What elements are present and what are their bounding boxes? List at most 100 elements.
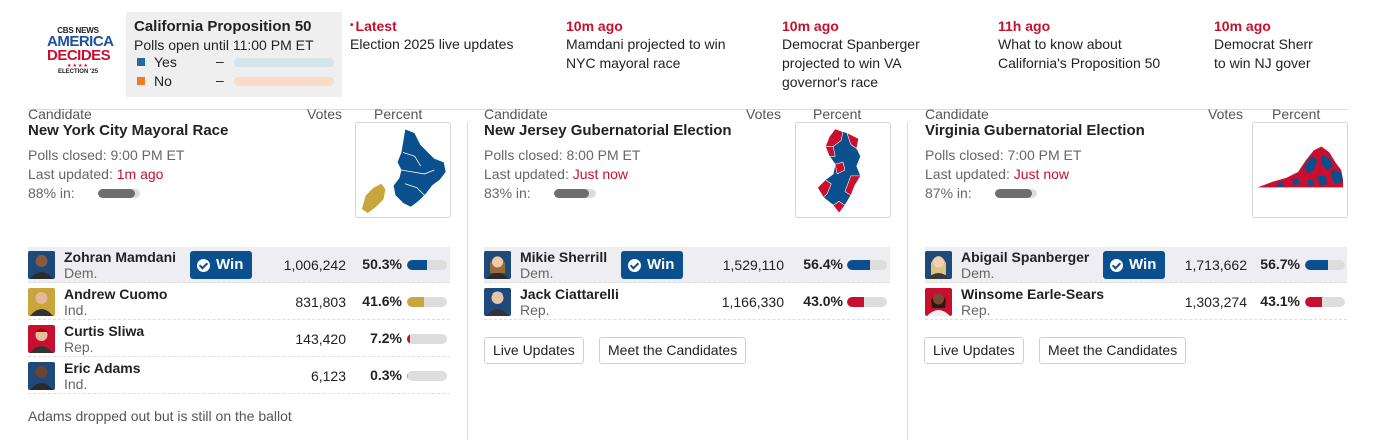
reporting-bar bbox=[554, 189, 596, 198]
news-time: 10m ago bbox=[566, 18, 623, 34]
nj-map-graphic bbox=[817, 128, 862, 214]
cbs-america-decides-logo[interactable]: CBS NEWS AMERICA DECIDES ★★★★ ELECTION '… bbox=[47, 26, 114, 82]
logo-election-year: ELECTION '25 bbox=[57, 69, 99, 75]
candidate-row[interactable]: Curtis Sliwa Rep. 143,420 7.2% bbox=[28, 321, 450, 357]
candidate-party: Rep. bbox=[520, 302, 550, 318]
meet-the-candidates-button[interactable]: Meet the Candidates bbox=[599, 337, 747, 364]
percent-bar bbox=[407, 297, 447, 307]
live-dot: • bbox=[350, 20, 354, 31]
candidate-row[interactable]: Zohran Mamdani Dem. Win 1,006,242 50.3% bbox=[28, 247, 450, 283]
nyc-boroughs-map-icon[interactable] bbox=[355, 122, 451, 218]
candidate-party: Rep. bbox=[961, 302, 991, 318]
candidate-row[interactable]: Jack Ciattarelli Rep. 1,166,330 43.0% bbox=[484, 284, 890, 320]
reporting-fill bbox=[98, 189, 135, 198]
news-headline: Mamdani projected to win NYC mayoral rac… bbox=[566, 36, 726, 71]
option-result: – bbox=[216, 72, 224, 88]
win-label: Win bbox=[1129, 256, 1157, 273]
race-nj-governor: New Jersey Gubernatorial Election Polls … bbox=[484, 122, 891, 222]
proposition-option-yes: Yes – bbox=[134, 53, 334, 72]
candidate-votes: 1,713,662 bbox=[1184, 257, 1247, 273]
candidate-name: Curtis Sliwa bbox=[64, 323, 145, 339]
percent-bar bbox=[1305, 260, 1345, 270]
candidate-percent: 41.6% bbox=[362, 293, 402, 309]
candidate-votes: 1,166,330 bbox=[721, 294, 784, 310]
news-time: 10m ago bbox=[782, 18, 839, 34]
candidate-percent: 43.1% bbox=[1260, 293, 1300, 309]
percent-fill bbox=[847, 260, 870, 270]
news-headline: Election 2025 live updates bbox=[350, 36, 514, 52]
candidate-photo bbox=[28, 362, 55, 390]
candidate-row[interactable]: Eric Adams Ind. 6,123 0.3% bbox=[28, 358, 450, 394]
candidate-percent: 56.7% bbox=[1260, 256, 1300, 272]
news-time: 10m ago bbox=[1214, 18, 1271, 34]
candidate-name: Jack Ciattarelli bbox=[520, 286, 619, 302]
column-votes: Votes bbox=[746, 106, 782, 122]
last-updated-label: Last updated: bbox=[28, 166, 117, 182]
candidate-row[interactable]: Andrew Cuomo Ind. 831,803 41.6% bbox=[28, 284, 450, 320]
proposition-title: California Proposition 50 bbox=[134, 18, 312, 35]
column-divider bbox=[907, 122, 908, 440]
column-percent: Percent bbox=[813, 106, 862, 122]
proposition-option-no: No – bbox=[134, 72, 334, 91]
column-candidate: Candidate bbox=[28, 106, 92, 122]
percent-bar bbox=[407, 371, 447, 381]
candidate-name: Andrew Cuomo bbox=[64, 286, 168, 302]
candidate-row[interactable]: Winsome Earle-Sears Rep. 1,303,274 43.1% bbox=[925, 284, 1347, 320]
win-badge: Win bbox=[1103, 251, 1165, 279]
news-item[interactable]: 11h ago What to know about California's … bbox=[998, 18, 1193, 73]
candidate-name: Zohran Mamdani bbox=[64, 249, 177, 265]
percent-fill bbox=[407, 334, 410, 344]
candidate-votes: 6,123 bbox=[310, 368, 346, 384]
candidate-percent: 7.2% bbox=[370, 330, 402, 346]
news-item[interactable]: 10m ago Mamdani projected to win NYC may… bbox=[566, 18, 756, 73]
checkmark-icon bbox=[628, 259, 641, 272]
last-updated-value: Just now bbox=[1013, 166, 1069, 182]
meet-the-candidates-button[interactable]: Meet the Candidates bbox=[1039, 337, 1187, 364]
win-badge: Win bbox=[190, 251, 252, 279]
race-va-governor: Virginia Gubernatorial Election Polls cl… bbox=[925, 122, 1348, 222]
new-jersey-map-icon[interactable] bbox=[795, 122, 891, 218]
candidate-row[interactable]: Mikie Sherrill Dem. Win 1,529,110 56.4% bbox=[484, 247, 890, 283]
candidate-row[interactable]: Abigail Spanberger Dem. Win 1,713,662 56… bbox=[925, 247, 1347, 283]
win-badge: Win bbox=[621, 251, 683, 279]
live-updates-button[interactable]: Live Updates bbox=[484, 337, 584, 364]
news-time-label: Latest bbox=[355, 18, 397, 34]
news-item-latest[interactable]: • Latest Election 2025 live updates bbox=[350, 18, 550, 54]
candidate-photo bbox=[28, 325, 55, 353]
candidate-percent: 43.0% bbox=[803, 293, 843, 309]
logo-decides: DECIDES bbox=[47, 47, 111, 64]
percent-bar bbox=[407, 334, 447, 344]
candidate-party: Dem. bbox=[961, 265, 995, 281]
candidate-photo bbox=[28, 288, 55, 316]
news-item[interactable]: 10m ago Democrat Spanberger projected to… bbox=[782, 18, 947, 92]
no-color-swatch bbox=[137, 77, 145, 85]
last-updated-label: Last updated: bbox=[925, 166, 1014, 182]
live-updates-button[interactable]: Live Updates bbox=[924, 337, 1024, 364]
candidate-photo bbox=[484, 251, 511, 279]
win-label: Win bbox=[647, 256, 675, 273]
news-headline: What to know about California's Proposit… bbox=[998, 36, 1161, 71]
candidate-votes: 1,006,242 bbox=[283, 257, 346, 273]
last-updated-value: Just now bbox=[572, 166, 628, 182]
reporting-label: 88% in: bbox=[28, 185, 75, 201]
candidate-party: Dem. bbox=[520, 265, 554, 281]
percent-bar bbox=[847, 297, 887, 307]
option-bar bbox=[234, 58, 334, 67]
percent-fill bbox=[1305, 297, 1323, 307]
candidate-votes: 143,420 bbox=[295, 331, 346, 347]
candidate-photo bbox=[925, 288, 952, 316]
yes-color-swatch bbox=[137, 58, 145, 66]
column-percent: Percent bbox=[1272, 106, 1321, 122]
percent-fill bbox=[407, 260, 428, 270]
column-divider bbox=[467, 122, 468, 440]
proposition-50-card[interactable]: California Proposition 50 Polls open unt… bbox=[126, 12, 342, 97]
race-footnote: Adams dropped out but is still on the ba… bbox=[28, 408, 292, 424]
candidate-percent: 0.3% bbox=[370, 367, 402, 383]
percent-bar bbox=[847, 260, 887, 270]
news-headline-text: Democrat Sherr to win NJ gover bbox=[1214, 36, 1313, 71]
virginia-map-icon[interactable] bbox=[1252, 122, 1348, 218]
reporting-bar bbox=[98, 189, 140, 198]
option-label: No bbox=[154, 73, 172, 89]
reporting-label: 87% in: bbox=[925, 185, 972, 201]
news-item[interactable]: 10m ago Democrat Sherr to win NJ gover bbox=[1214, 18, 1320, 73]
